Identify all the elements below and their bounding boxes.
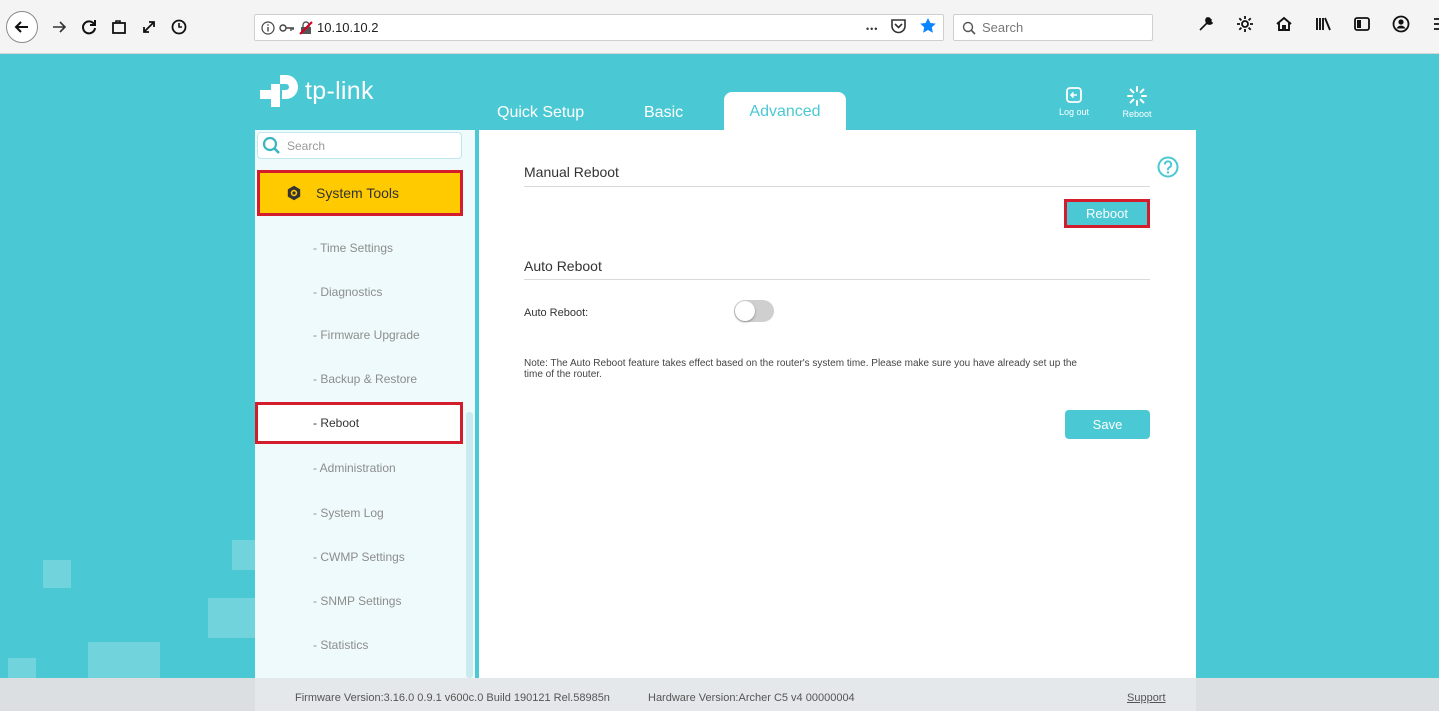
footer-bar: Firmware Version:3.16.0 0.9.1 v600c.0 Bu… [255,678,1196,711]
arrow-left-icon [14,21,28,33]
sidebar-item-time-settings[interactable]: - Time Settings [255,227,463,269]
sidebar-section-system-tools[interactable]: System Tools [257,170,463,216]
tab-basic[interactable]: Basic [644,104,683,122]
key-icon[interactable] [279,23,295,33]
arrow-right-icon [53,21,67,33]
tab-advanced[interactable]: Advanced [724,92,846,132]
save-button[interactable]: Save [1065,410,1150,439]
gear-icon[interactable] [1235,14,1255,34]
url-bar[interactable]: 10.10.10.2 [254,14,944,41]
tab-quick-setup[interactable]: Quick Setup [497,104,584,122]
sidebar-item-firmware-upgrade[interactable]: - Firmware Upgrade [255,314,463,356]
sidebar-item-diagnostics[interactable]: - Diagnostics [255,271,463,313]
reboot-button[interactable]: Reboot [1064,199,1150,228]
decor-square [208,598,255,638]
menu-icon[interactable] [1430,14,1439,34]
back-button[interactable] [6,11,38,43]
divider [524,186,1150,187]
sidebar-item-statistics[interactable]: - Statistics [255,624,463,666]
info-icon[interactable] [261,20,275,35]
support-link[interactable]: Support [1127,692,1166,704]
footer: Firmware Version:3.16.0 0.9.1 v600c.0 Bu… [0,678,1439,711]
help-icon[interactable] [1157,156,1179,183]
sidebar-toggle-icon[interactable] [1352,14,1372,34]
tplink-logo-icon [260,75,298,107]
home-icon[interactable] [1274,14,1294,34]
sidebar-scrollbar[interactable] [466,412,473,678]
firmware-version: Firmware Version:3.16.0 0.9.1 v600c.0 Bu… [295,692,610,704]
toggle-knob [735,301,755,321]
system-tools-gear-icon [287,185,301,201]
reboot-spinner-icon [1127,86,1147,106]
browser-search-input[interactable]: Search [953,14,1153,41]
sidebar-section-label: System Tools [316,185,399,201]
reload-icon [82,20,96,35]
pocket-icon[interactable] [890,18,907,39]
divider [524,279,1150,280]
page-actions-button[interactable]: ••• [866,24,878,34]
library-icon[interactable] [1313,14,1333,34]
auto-reboot-label: Auto Reboot: [524,307,589,319]
wrench-icon[interactable] [1196,14,1216,34]
logout-label: Log out [1058,107,1090,117]
logo-text: tp-link [305,76,374,105]
hardware-version: Hardware Version:Archer C5 v4 00000004 [648,692,855,704]
sidebar: Search System Tools - Time Settings - Di… [255,130,475,678]
browser-nav-group [6,11,194,43]
sidebar-item-administration[interactable]: - Administration [255,447,463,489]
search-icon [962,21,976,35]
expand-icon [143,21,155,33]
manual-reboot-title: Manual Reboot [524,164,619,180]
decor-square [88,642,160,678]
bookmark-star-icon[interactable] [919,17,937,40]
forward-button[interactable] [44,12,74,42]
sidebar-item-cwmp-settings[interactable]: - CWMP Settings [255,536,463,578]
browser-right-tools [1196,14,1439,34]
tplink-logo: tp-link [258,73,374,109]
reload-button[interactable] [74,12,104,42]
logout-button[interactable]: Log out [1049,86,1099,117]
auto-reboot-note: Note: The Auto Reboot feature takes effe… [524,358,1154,380]
decor-square [232,540,255,570]
browser-search-placeholder: Search [982,20,1024,35]
search-icon [262,136,280,154]
sidebar-search-input[interactable]: Search [257,132,462,159]
browser-toolbar: 10.10.10.2 ••• Search [0,0,1439,54]
url-text: 10.10.10.2 [317,20,379,35]
sidebar-item-system-log[interactable]: - System Log [255,492,463,534]
main-panel: Manual Reboot Reboot Auto Reboot Auto Re… [479,130,1196,678]
auto-reboot-toggle[interactable] [734,300,774,322]
sidebar-item-backup-restore[interactable]: - Backup & Restore [255,358,463,400]
header-reboot-button[interactable]: Reboot [1112,86,1162,119]
auto-reboot-title: Auto Reboot [524,258,602,274]
url-actions: ••• [866,17,937,40]
account-icon[interactable] [1391,14,1411,34]
clock-icon [171,19,187,35]
sidebar-item-reboot[interactable]: - Reboot [255,402,463,444]
sidebar-search-placeholder: Search [287,138,326,153]
logout-icon [1066,87,1082,103]
resize-button[interactable] [134,12,164,42]
header-reboot-label: Reboot [1122,109,1152,119]
decor-square [43,560,71,588]
note-line-2: time of the router. [524,369,602,380]
screenshot-button[interactable] [104,12,134,42]
sidebar-item-snmp-settings[interactable]: - SNMP Settings [255,580,463,622]
insecure-lock-icon[interactable] [299,20,313,35]
history-button[interactable] [164,12,194,42]
note-line-1: Note: The Auto Reboot feature takes effe… [524,358,1077,369]
screenshot-icon [112,20,126,34]
decor-square [8,658,36,678]
